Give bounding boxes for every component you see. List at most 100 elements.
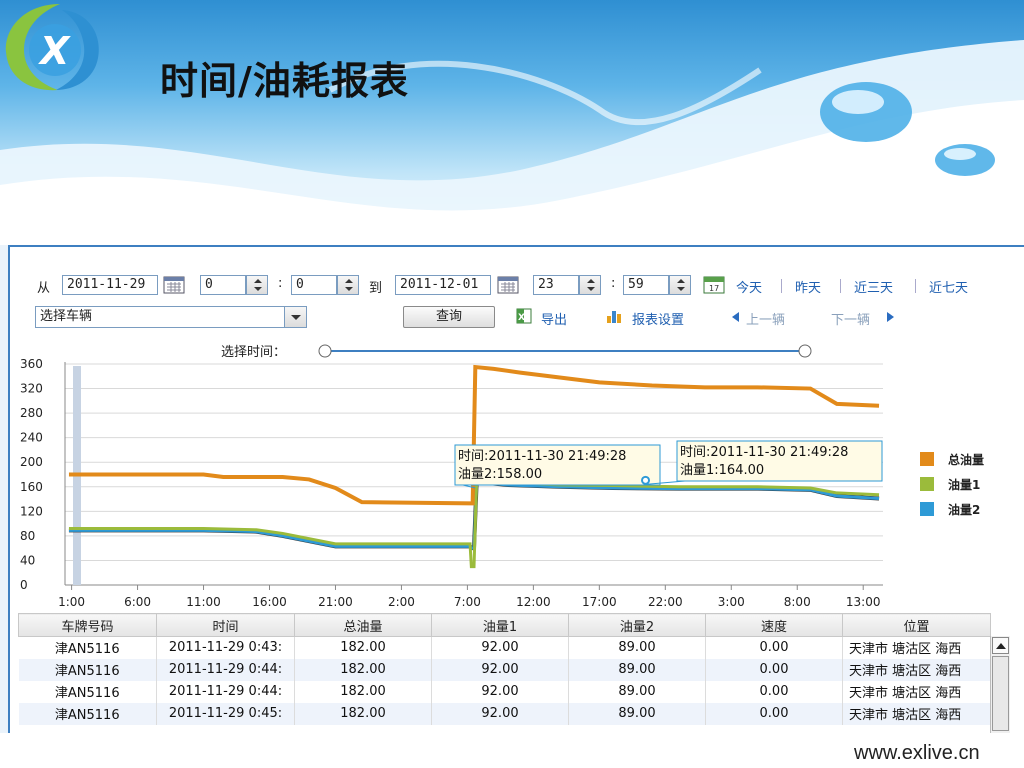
x-tick-label: 8:00 (784, 595, 811, 609)
table-cell: 0.00 (705, 680, 843, 703)
table-cell: 津AN5116 (18, 636, 157, 659)
table-cell: 89.00 (568, 658, 706, 681)
quick-range-today[interactable]: 今天 (736, 277, 762, 296)
column-header[interactable]: 油量2 (568, 613, 706, 637)
end-minute-input[interactable]: 59 (623, 275, 669, 295)
legend-swatch (920, 452, 934, 466)
column-header[interactable]: 速度 (705, 613, 843, 637)
table-cell: 2011-11-29 0:43: (156, 636, 295, 659)
report-settings-link[interactable]: 报表设置 (632, 309, 684, 328)
y-tick-label: 360 (20, 357, 43, 371)
separator (840, 279, 841, 293)
export-link[interactable]: 导出 (541, 309, 567, 328)
table-row[interactable]: 津AN5116 2011-11-29 0:43: 182.00 92.00 89.00 0… (18, 636, 991, 659)
start-minute-spinner[interactable] (337, 275, 359, 295)
query-button[interactable]: 查询 (403, 306, 495, 328)
table-cell: 92.00 (431, 636, 569, 659)
x-tick-label: 17:00 (582, 595, 617, 609)
column-header[interactable]: 车牌号码 (18, 613, 157, 637)
svg-text:X: X (38, 29, 71, 73)
report-chart-icon[interactable] (606, 308, 624, 324)
legend-swatch (920, 477, 934, 491)
table-cell: 89.00 (568, 702, 706, 725)
table-row[interactable]: 津AN5116 2011-11-29 0:45: 182.00 92.00 89.00 0… (18, 702, 991, 725)
start-hour-spinner[interactable] (246, 275, 268, 295)
y-tick-label: 240 (20, 431, 43, 445)
end-date-input[interactable]: 2011-12-01 (395, 275, 491, 295)
scroll-up-arrow-icon[interactable] (992, 637, 1009, 654)
column-header[interactable]: 时间 (156, 613, 295, 637)
y-tick-label: 0 (20, 578, 28, 592)
quick-range-yesterday[interactable]: 昨天 (795, 277, 821, 296)
table-row[interactable]: 津AN5116 2011-11-29 0:44: 182.00 92.00 89.00 0… (18, 658, 991, 681)
y-tick-label: 320 (20, 382, 43, 396)
next-vehicle-link[interactable]: 下一辆 (831, 309, 870, 328)
site-url: www.exlive.cn (854, 742, 980, 764)
y-tick-label: 80 (20, 529, 35, 543)
start-hour-input[interactable]: 0 (200, 275, 246, 295)
table-cell: 津AN5116 (18, 702, 157, 725)
table-cell: 182.00 (294, 636, 432, 659)
column-header[interactable]: 总油量 (294, 613, 432, 637)
x-tick-label: 13:00 (846, 595, 881, 609)
x-tick-label: 3:00 (718, 595, 745, 609)
export-excel-icon[interactable]: X (515, 308, 533, 324)
vehicle-select[interactable]: 选择车辆 (35, 306, 307, 328)
table-cell: 天津市 塘沽区 海西 (842, 702, 991, 725)
table-cell: 92.00 (431, 702, 569, 725)
table-cell: 天津市 塘沽区 海西 (842, 636, 991, 659)
x-tick-label: 7:00 (454, 595, 481, 609)
table-cell: 92.00 (431, 680, 569, 703)
time-colon: : (611, 276, 616, 291)
end-hour-input[interactable]: 23 (533, 275, 579, 295)
legend-label: 油量1 (948, 477, 980, 492)
tooltip-time: 时间:2011-11-30 21:49:28 (458, 449, 626, 464)
end-hour-spinner[interactable] (579, 275, 601, 295)
quick-range-7days[interactable]: 近七天 (929, 277, 968, 296)
water-wave-decoration (0, 40, 1024, 245)
scroll-thumb[interactable] (992, 656, 1009, 731)
calendar-icon[interactable] (163, 276, 185, 294)
legend-swatch (920, 502, 934, 516)
x-tick-label: 6:00 (124, 595, 151, 609)
column-header[interactable]: 位置 (842, 613, 991, 637)
chevron-down-icon[interactable] (284, 307, 306, 327)
fuel-line-chart: 0 40 80 120 160 200 240 280 320 360 1:00 6:00 11:00 1… (20, 357, 984, 609)
hover-point-marker[interactable] (641, 475, 651, 485)
column-header[interactable]: 油量1 (431, 613, 569, 637)
prev-arrow-icon[interactable] (731, 312, 741, 322)
table-body: 津AN5116 2011-11-29 0:43: 182.00 92.00 89.00 0… (18, 636, 991, 725)
table-cell: 津AN5116 (18, 658, 157, 681)
end-minute-spinner[interactable] (669, 275, 691, 295)
tooltip-value: 油量1:164.00 (680, 463, 764, 478)
x-tick-label: 16:00 (252, 595, 287, 609)
quick-range-3days[interactable]: 近三天 (854, 277, 893, 296)
y-tick-label: 40 (20, 553, 35, 567)
prev-vehicle-link[interactable]: 上一辆 (746, 309, 785, 328)
x-tick-label: 1:00 (58, 595, 85, 609)
today-calendar-icon[interactable]: 17 (703, 276, 725, 294)
table-cell: 0.00 (705, 702, 843, 725)
y-tick-label: 280 (20, 406, 43, 420)
table-cell: 2011-11-29 0:44: (156, 658, 295, 681)
x-tick-label: 11:00 (186, 595, 221, 609)
next-arrow-icon[interactable] (885, 312, 895, 322)
svg-text:17: 17 (709, 284, 719, 293)
from-label: 从 (37, 281, 51, 296)
fuel-data-table: 车牌号码 时间 总油量 油量1 油量2 速度 位置 津AN5116 2011-11-29 0:… (18, 613, 1010, 733)
table-scrollbar[interactable] (990, 636, 1010, 733)
table-cell: 89.00 (568, 636, 706, 659)
table-row[interactable]: 津AN5116 2011-11-29 0:44: 182.00 92.00 89.00 0… (18, 680, 991, 703)
table-cell: 天津市 塘沽区 海西 (842, 658, 991, 681)
page-title: 时间/油耗报表 (160, 59, 409, 103)
start-minute-input[interactable]: 0 (291, 275, 337, 295)
x-tick-label: 21:00 (318, 595, 353, 609)
vehicle-select-value: 选择车辆 (40, 309, 93, 324)
table-cell: 津AN5116 (18, 680, 157, 703)
calendar-icon[interactable] (497, 276, 519, 294)
table-cell: 0.00 (705, 636, 843, 659)
y-tick-label: 120 (20, 504, 43, 518)
table-cell: 天津市 塘沽区 海西 (842, 680, 991, 703)
panel-left-edge (0, 245, 10, 733)
start-date-input[interactable]: 2011-11-29 (62, 275, 158, 295)
